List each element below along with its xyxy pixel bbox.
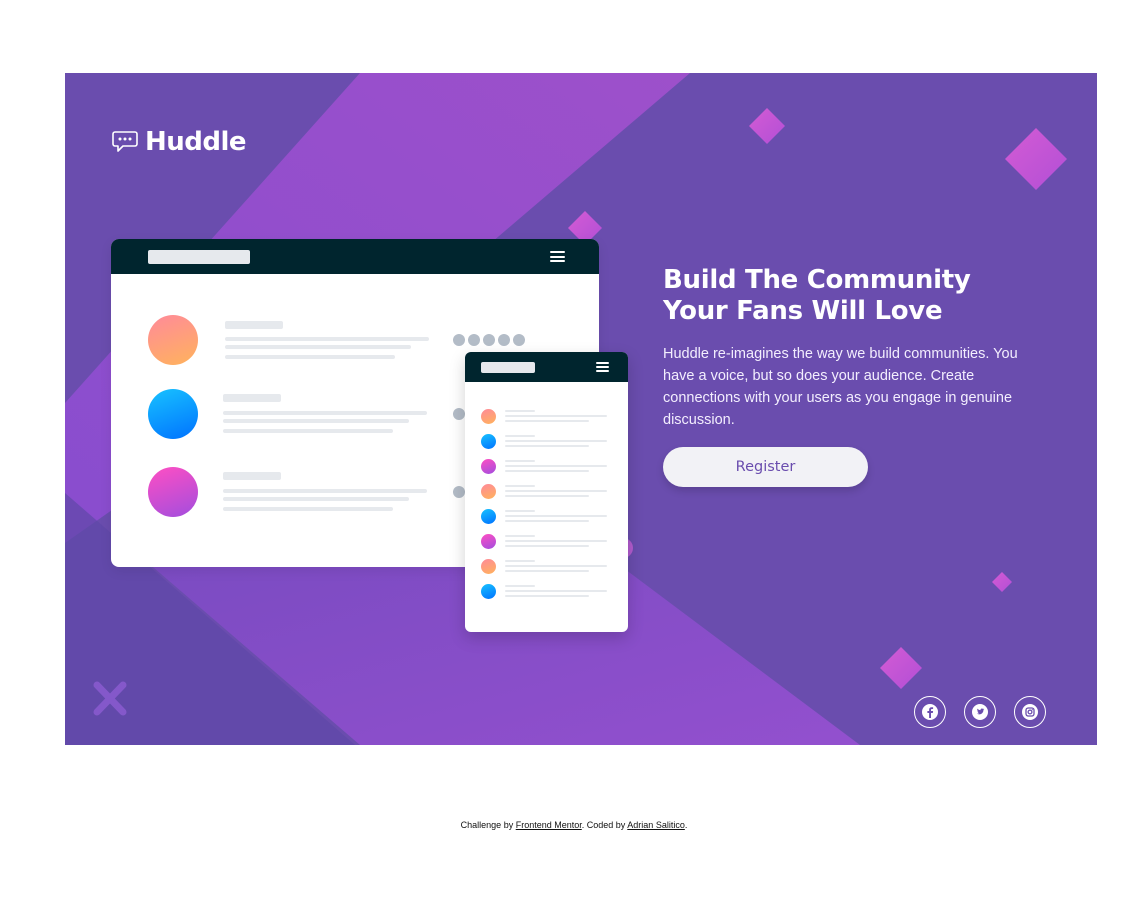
placeholder-dot: [513, 334, 525, 346]
mobile-mockup-row: [481, 509, 611, 524]
placeholder-line: [223, 411, 427, 415]
frontend-mentor-link[interactable]: Frontend Mentor: [516, 820, 582, 830]
mobile-mockup-row: [481, 459, 611, 474]
instagram-link[interactable]: [1014, 696, 1046, 728]
headline-line-2: Your Fans Will Love: [663, 296, 943, 326]
placeholder-line: [505, 540, 607, 542]
register-button[interactable]: Register: [663, 447, 868, 487]
placeholder-line: [505, 570, 589, 572]
page: Huddle Build The Community Your Fans Wil…: [0, 0, 1148, 913]
hero-content: Build The Community Your Fans Will Love …: [663, 265, 1033, 487]
placeholder-line: [505, 590, 607, 592]
avatar: [481, 409, 496, 424]
placeholder-dot: [453, 408, 465, 420]
placeholder-line: [225, 321, 283, 329]
placeholder-line: [505, 485, 535, 487]
placeholder-line: [505, 435, 535, 437]
hamburger-icon: [596, 362, 609, 372]
placeholder-dot: [453, 486, 465, 498]
logo-text: Huddle: [145, 127, 247, 157]
mobile-mockup-row: [481, 559, 611, 574]
instagram-icon: [1022, 704, 1038, 720]
placeholder-dot: [483, 334, 495, 346]
placeholder-dot: [468, 334, 480, 346]
placeholder-dot: [453, 334, 465, 346]
placeholder-line: [223, 472, 281, 480]
headline-line-1: Build The Community: [663, 265, 971, 295]
avatar: [148, 467, 198, 517]
desktop-mockup-bar: [111, 239, 599, 274]
logo[interactable]: Huddle: [111, 127, 247, 157]
placeholder-line: [223, 489, 427, 493]
twitter-link[interactable]: [964, 696, 996, 728]
placeholder-line: [505, 440, 607, 442]
facebook-icon: [922, 704, 938, 720]
placeholder-line: [225, 355, 395, 359]
placeholder-line: [505, 545, 589, 547]
placeholder-line: [505, 515, 607, 517]
mobile-mockup-row: [481, 534, 611, 549]
placeholder-line: [223, 507, 393, 511]
placeholder-dot: [498, 334, 510, 346]
attribution-prefix: Challenge by: [460, 820, 516, 830]
hero-description: Huddle re-imagines the way we build comm…: [663, 346, 1018, 428]
avatar: [481, 434, 496, 449]
mobile-mockup-row: [481, 584, 611, 599]
placeholder-line: [225, 345, 411, 349]
mobile-mockup-bar: [465, 352, 628, 382]
placeholder-line: [223, 419, 409, 423]
social-links: [914, 696, 1046, 728]
placeholder-line: [505, 420, 589, 422]
hero-headline: Build The Community Your Fans Will Love: [663, 265, 1033, 327]
attribution-footer: Challenge by Frontend Mentor. Coded by A…: [0, 820, 1148, 830]
avatar: [148, 389, 198, 439]
mobile-mockup-row: [481, 484, 611, 499]
mockup-illustration: [111, 239, 631, 635]
avatar: [481, 484, 496, 499]
mobile-mockup-row: [481, 409, 611, 424]
placeholder-line: [505, 460, 535, 462]
mobile-mockup-row: [481, 434, 611, 449]
placeholder-line: [505, 465, 607, 467]
placeholder-line: [223, 497, 409, 501]
placeholder-line: [505, 585, 535, 587]
hero-section: Huddle Build The Community Your Fans Wil…: [65, 73, 1097, 745]
hamburger-icon: [550, 251, 565, 262]
placeholder-line: [505, 595, 589, 597]
placeholder-line: [505, 565, 607, 567]
placeholder-line: [505, 490, 607, 492]
attribution-middle: . Coded by: [581, 820, 628, 830]
placeholder-line: [223, 394, 281, 402]
facebook-link[interactable]: [914, 696, 946, 728]
placeholder-line: [505, 445, 589, 447]
mobile-mockup: [465, 352, 628, 632]
avatar: [148, 315, 198, 365]
placeholder-line: [505, 510, 535, 512]
avatar: [481, 509, 496, 524]
placeholder-line: [505, 495, 589, 497]
avatar: [481, 559, 496, 574]
placeholder-line: [505, 535, 535, 537]
attribution-suffix: .: [684, 820, 688, 830]
placeholder-line: [505, 520, 589, 522]
avatar: [481, 584, 496, 599]
placeholder-line: [225, 337, 429, 341]
twitter-icon: [972, 704, 988, 720]
placeholder-line: [223, 429, 393, 433]
placeholder-line: [505, 415, 607, 417]
avatar: [481, 459, 496, 474]
placeholder-line: [505, 410, 535, 412]
author-link[interactable]: Adrian Salitico: [627, 820, 685, 830]
mobile-mockup-urlbar: [481, 362, 535, 373]
chat-bubble-icon: [112, 131, 138, 152]
placeholder-line: [505, 470, 589, 472]
avatar: [481, 534, 496, 549]
desktop-mockup-urlbar: [148, 250, 250, 264]
placeholder-line: [505, 560, 535, 562]
